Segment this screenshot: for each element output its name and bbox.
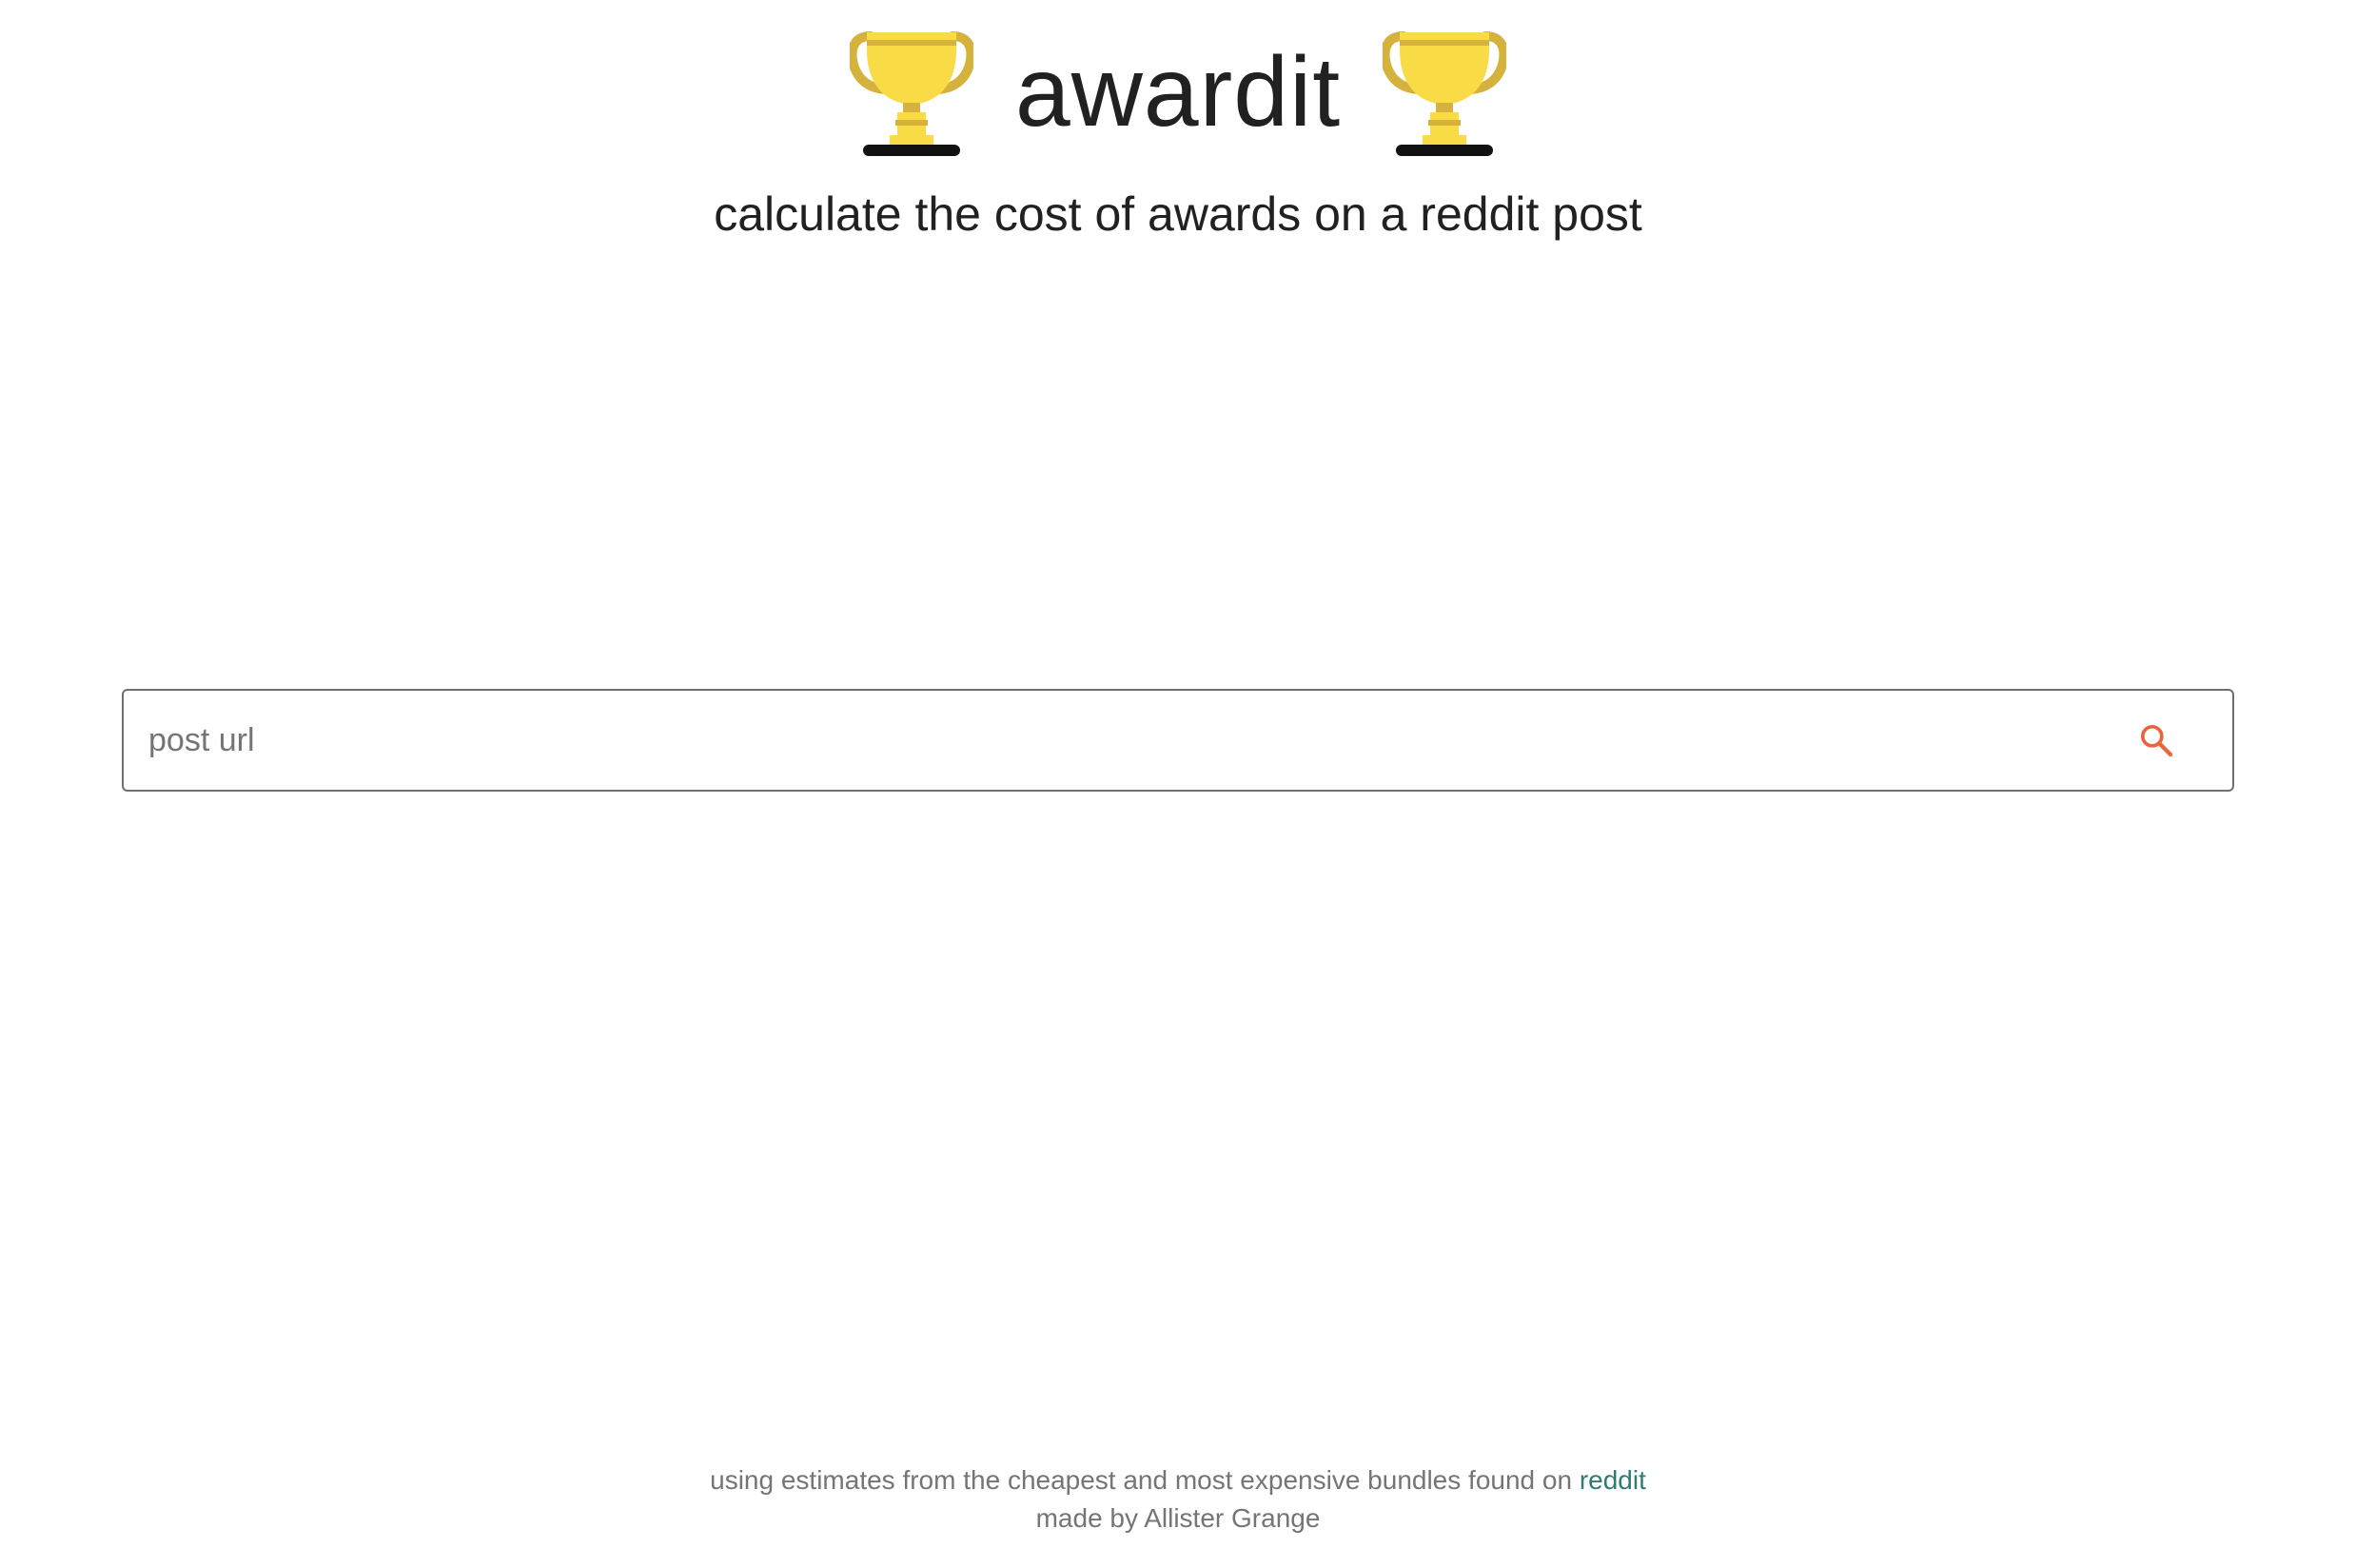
search-button[interactable]: [2131, 715, 2181, 765]
trophy-icon: [1383, 31, 1507, 156]
footer-credit: made by Allister Grange: [1035, 1503, 1321, 1533]
reddit-link[interactable]: reddit: [1580, 1465, 1646, 1495]
header: awardit: [0, 23, 2356, 166]
footer-estimate-text: using estimates from the cheapest and mo…: [710, 1465, 1573, 1495]
search-box: [122, 689, 2234, 792]
footer: using estimates from the cheapest and mo…: [0, 1461, 2356, 1538]
page: awardit calculate the cost of awards on …: [0, 0, 2356, 1568]
page-subtitle: calculate the cost of awards on a reddit…: [714, 187, 1642, 241]
search-icon: [2141, 725, 2173, 757]
post-url-input[interactable]: [124, 691, 2131, 790]
footer-estimate-line: using estimates from the cheapest and mo…: [0, 1461, 2356, 1499]
trophy-icon: [849, 31, 973, 156]
app-title: awardit: [1014, 37, 1342, 147]
